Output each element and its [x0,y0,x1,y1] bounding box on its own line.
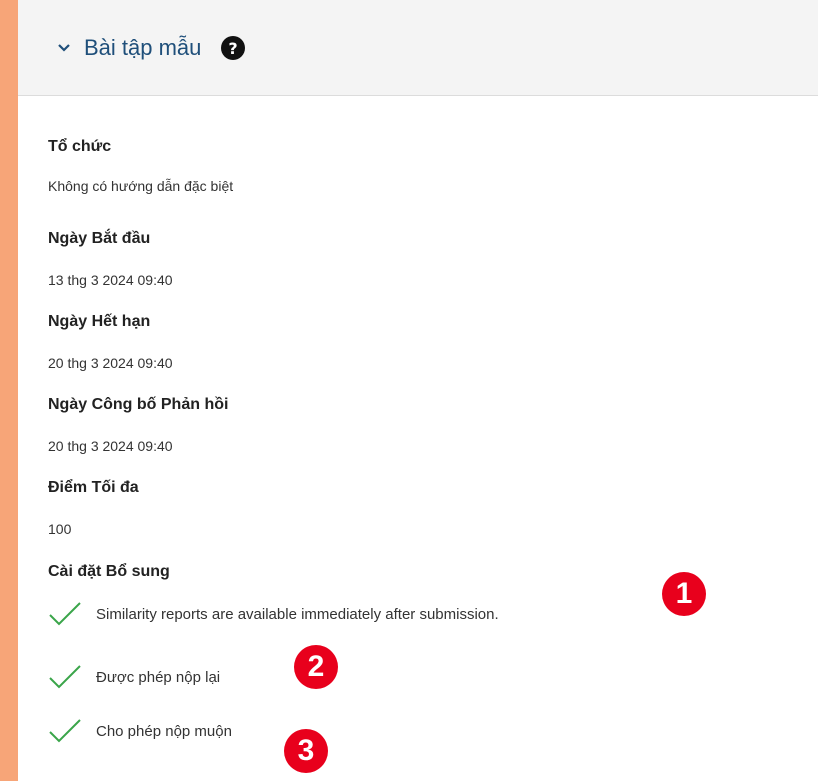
annotation-badge-3: 3 [284,729,328,773]
setting-item: Similarity reports are available immedia… [48,601,499,627]
field-value-organization: Không có hướng dẫn đặc biệt [48,178,234,194]
help-icon[interactable]: ? [221,35,246,60]
chevron-down-icon[interactable] [56,40,72,56]
field-value-feedback-date: 20 thg 3 2024 09:40 [48,438,173,454]
annotation-badge-2: 2 [294,645,338,689]
setting-text: Cho phép nộp muộn [96,722,232,740]
annotation-badge-1: 1 [662,572,706,616]
field-value-due-date: 20 thg 3 2024 09:40 [48,355,173,371]
setting-item: Cho phép nộp muộn [48,718,232,744]
field-label-due-date: Ngày Hết hạn [48,313,151,330]
assignment-header[interactable]: Bài tập mẫu ? [18,0,818,96]
field-value-max-points: 100 [48,521,72,537]
setting-text: Được phép nộp lại [96,668,221,686]
additional-settings-label: Cài đặt Bổ sung [48,563,170,580]
check-icon [49,602,81,626]
field-label-max-points: Điểm Tối đa [48,479,139,496]
assignment-panel: Bài tập mẫu ? Tổ chức Không có hướng dẫn… [18,0,818,781]
setting-item: Được phép nộp lại [48,664,220,690]
assignment-title[interactable]: Bài tập mẫu [84,35,201,61]
check-icon [49,719,81,743]
field-label-feedback-date: Ngày Công bố Phản hồi [48,396,229,413]
svg-text:?: ? [229,39,238,58]
setting-text: Similarity reports are available immedia… [96,605,499,623]
field-label-start-date: Ngày Bắt đầu [48,230,151,247]
check-icon [49,665,81,689]
field-label-organization: Tổ chức [48,138,112,155]
field-value-start-date: 13 thg 3 2024 09:40 [48,272,173,288]
